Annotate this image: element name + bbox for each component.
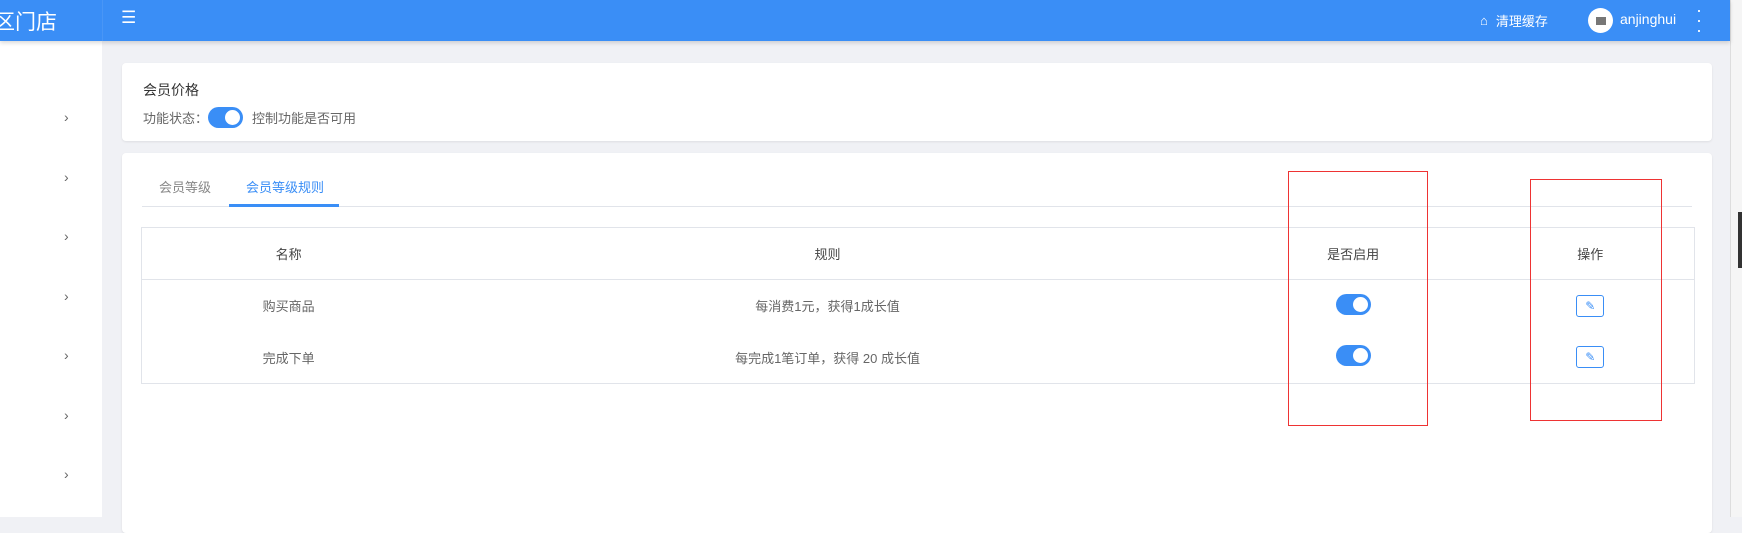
- status-description: 控制功能是否可用: [252, 111, 357, 126]
- table-row: 购买商品 每消费1元，获得1成长值 ✎: [142, 280, 1695, 332]
- card-title: 会员价格: [143, 82, 199, 98]
- annotation-box-enabled: [1288, 171, 1428, 426]
- avatar[interactable]: [1588, 8, 1613, 33]
- rule-name: 完成下单: [262, 350, 315, 366]
- status-row: 功能状态： 控制功能是否可用: [143, 107, 356, 128]
- active-tab-indicator: [229, 204, 339, 207]
- status-label: 功能状态：: [143, 111, 209, 126]
- app-logo: 区门店: [0, 11, 57, 34]
- rule-text: 每消费1元，获得1成长值: [755, 299, 900, 315]
- clear-cache-label: 清理缓存: [1495, 14, 1548, 29]
- feature-toggle[interactable]: [208, 107, 244, 128]
- rules-card: 会员等级 会员等级规则 名称 规则 是否启用 操作 购买商品 每消费1元，获得1…: [122, 153, 1712, 533]
- chevron-right-icon[interactable]: ›: [64, 466, 69, 482]
- col-name: 名称: [141, 227, 436, 280]
- top-header: 区门店 ☰ ⌂ 清理缓存 anjinghui · · ·: [0, 0, 1730, 41]
- menu-toggle-icon[interactable]: ☰: [121, 8, 136, 28]
- tab-member-level-rules[interactable]: 会员等级规则: [246, 177, 324, 196]
- rules-table: 名称 规则 是否启用 操作 购买商品 每消费1元，获得1成长值 ✎ 完成下单 每…: [141, 227, 1695, 384]
- chevron-right-icon[interactable]: ›: [64, 228, 69, 244]
- tab-member-level[interactable]: 会员等级: [159, 177, 211, 196]
- chevron-right-icon[interactable]: ›: [64, 407, 69, 423]
- username[interactable]: anjinghui: [1620, 11, 1676, 27]
- table-header: 名称 规则 是否启用 操作: [141, 227, 1695, 280]
- rule-name: 购买商品: [262, 299, 315, 315]
- chevron-right-icon[interactable]: ›: [64, 347, 69, 363]
- tab-bar: 会员等级 会员等级规则: [142, 153, 1692, 207]
- broom-icon: ⌂: [1480, 13, 1488, 28]
- clear-cache-button[interactable]: ⌂ 清理缓存: [1480, 11, 1548, 30]
- divider: [102, 0, 103, 41]
- scrollbar-thumb[interactable]: [1738, 212, 1742, 268]
- more-vertical-icon[interactable]: · · ·: [1694, 1, 1704, 39]
- chevron-right-icon[interactable]: ›: [64, 169, 69, 185]
- chevron-right-icon[interactable]: ›: [64, 109, 69, 125]
- member-price-card: 会员价格 功能状态： 控制功能是否可用: [122, 63, 1712, 141]
- chevron-right-icon[interactable]: ›: [64, 288, 69, 304]
- sidebar: › › › › › › ›: [0, 41, 102, 517]
- table-row: 完成下单 每完成1笔订单，获得 20 成长值 ✎: [142, 332, 1695, 384]
- rule-text: 每完成1笔订单，获得 20 成长值: [735, 350, 920, 366]
- col-rule: 规则: [435, 227, 1220, 280]
- annotation-box-actions: [1530, 179, 1662, 421]
